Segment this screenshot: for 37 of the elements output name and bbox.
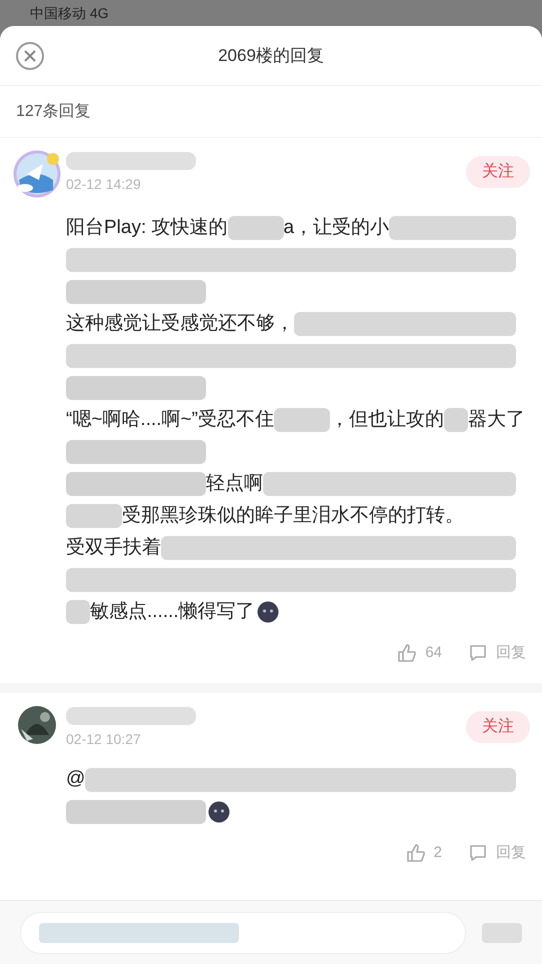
reply-count: 127条回复 [16, 102, 91, 122]
close-button[interactable] [16, 42, 44, 70]
reply-button[interactable]: 回复 [468, 842, 526, 864]
redaction-blur [66, 504, 122, 528]
like-button[interactable]: 64 [397, 642, 442, 664]
comment-text: 受双手扶着 [66, 536, 161, 560]
follow-button[interactable]: 关注 [466, 156, 530, 188]
reply-button[interactable]: 回复 [468, 642, 526, 664]
redaction-blur [482, 922, 522, 942]
redaction-blur [228, 216, 284, 240]
comment-time: 02-12 14:29 [66, 175, 142, 194]
redaction-blur [66, 600, 90, 624]
face-emoji-icon [208, 800, 230, 822]
carrier-label: 中国移动 4G [30, 6, 109, 20]
redaction-blur [274, 408, 330, 432]
redaction-blur [444, 408, 468, 432]
comment-text: 阳台Play: 攻快速的 [66, 216, 228, 240]
comment-text: “嗯~啊哈....啊~”受忍不住 [66, 408, 274, 432]
like-button[interactable]: 2 [406, 842, 442, 864]
comment-time: 02-12 10:27 [66, 730, 142, 748]
comment-text: 轻点啊 [206, 472, 263, 496]
comment-text: a，让受的小 [284, 216, 390, 240]
sheet-title: 2069楼的回复 [218, 44, 324, 67]
comment-text: 这种感觉让受感觉还不够， [66, 312, 294, 336]
close-icon [24, 50, 36, 62]
comment-icon [468, 842, 488, 863]
follow-button[interactable]: 关注 [466, 710, 530, 742]
thumbs-up-icon [397, 643, 418, 664]
comment-icon [468, 643, 488, 664]
comment-text: ，但也让攻的 [330, 408, 444, 432]
thumbs-up-icon [406, 842, 426, 863]
comment-text: @ [66, 767, 86, 792]
comment-text: 受那黑珍珠似的眸子里泪水不停的打转。 [122, 504, 464, 528]
face-emoji-icon [256, 601, 279, 623]
comment-text: 敏感点......懒得写了 [90, 600, 255, 624]
comment-text: 器大了 [468, 408, 525, 432]
comment-input-field[interactable] [20, 912, 466, 954]
